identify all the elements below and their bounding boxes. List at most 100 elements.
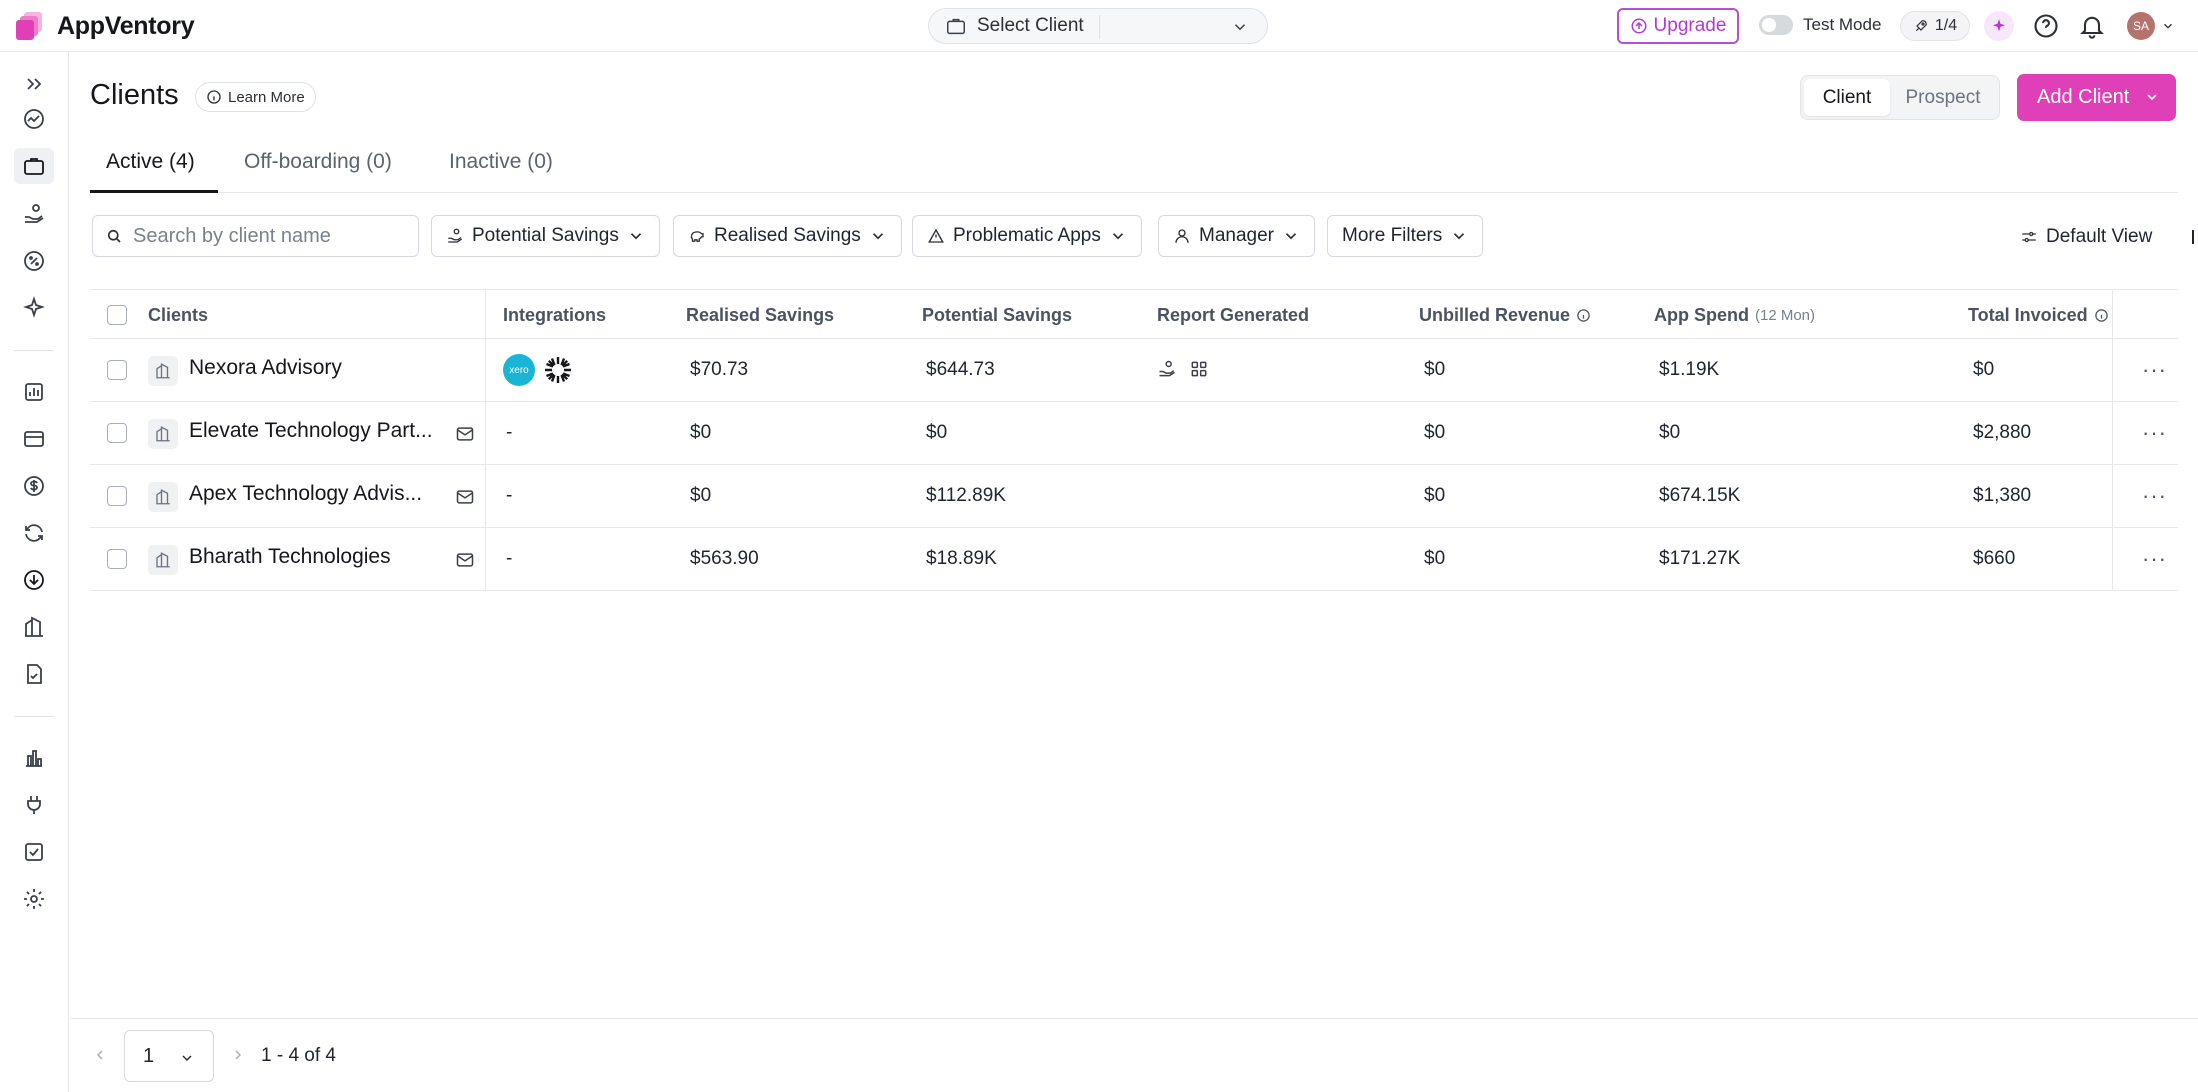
filter-realised-savings[interactable]: Realised Savings [673,215,902,257]
sidebar-item-savings[interactable] [14,196,54,232]
table-row[interactable]: Elevate Technology Part... - $0 $0 $0 $0… [90,402,2178,465]
active-tab-indicator [90,190,218,193]
sidebar-item-downloads[interactable] [14,562,54,598]
test-mode-toggle[interactable] [1759,15,1793,35]
realised-savings: $70.73 [690,359,749,380]
sidebar-item-analytics[interactable] [14,740,54,776]
filter-potential-savings[interactable]: Potential Savings [431,215,660,257]
realised-savings: $0 [690,422,712,443]
potential-savings: $18.89K [926,548,997,569]
info-icon[interactable] [2094,308,2109,323]
total-invoiced: $660 [1973,548,2016,569]
column-realised-savings[interactable]: Realised Savings [686,305,834,326]
tab-inactive[interactable]: Inactive (0) [449,150,553,174]
column-potential-savings[interactable]: Potential Savings [922,305,1072,326]
client-select[interactable]: Select Client [928,8,1268,44]
pagination-bar: 1 1 - 4 of 4 [70,1018,2198,1092]
sidebar-item-contracts[interactable] [14,656,54,692]
sidebar-item-dashboard[interactable] [14,101,54,137]
column-unbilled-revenue[interactable]: Unbilled Revenue [1419,305,1591,326]
mail-icon[interactable] [455,550,475,570]
learn-more-button[interactable]: Learn More [195,82,316,112]
column-integrations[interactable]: Integrations [503,305,606,326]
app-spend: $171.27K [1659,548,1741,569]
integration-burst-icon[interactable] [542,354,574,386]
filter-label: Manager [1199,225,1274,246]
expand-sidebar-icon[interactable] [14,66,54,102]
sidebar-item-discounts[interactable] [14,243,54,279]
filter-manager[interactable]: Manager [1158,215,1315,257]
check-square-icon [25,843,43,861]
sidebar-item-settings[interactable] [14,881,54,917]
avatar[interactable]: SA [2127,12,2155,40]
row-checkbox[interactable] [107,360,127,380]
tab-off-boarding[interactable]: Off-boarding (0) [244,150,392,174]
unbilled-revenue: $0 [1424,422,1446,443]
default-view-button[interactable]: Default View [2020,226,2152,248]
xero-logo-icon[interactable]: xero [503,354,535,386]
sidebar-item-reports[interactable] [14,374,54,410]
hand-coins-icon[interactable] [1157,359,1177,379]
segment-client[interactable]: Client [1804,79,1890,116]
client-name[interactable]: Bharath Technologies [189,545,444,569]
truncated-control[interactable] [2192,230,2198,244]
segment-prospect[interactable]: Prospect [1890,79,1996,116]
onboarding-progress[interactable]: 1/4 [1900,11,1970,41]
sidebar-item-vendors[interactable] [14,609,54,645]
filter-label: More Filters [1342,225,1443,246]
column-app-spend[interactable]: App Spend (12 Mon) [1654,305,1815,326]
column-total-invoiced[interactable]: Total Invoiced [1968,305,2109,326]
column-report-generated[interactable]: Report Generated [1157,305,1309,326]
filter-problematic-apps[interactable]: Problematic Apps [912,215,1142,257]
row-checkbox[interactable] [107,423,127,443]
row-checkbox[interactable] [107,549,127,569]
chevron-left-icon[interactable] [92,1047,108,1063]
sidebar-item-integrations[interactable] [14,787,54,823]
help-icon[interactable] [2032,12,2060,40]
search-input[interactable] [133,224,393,248]
client-name[interactable]: Apex Technology Advis... [189,482,444,506]
sidebar-item-ai[interactable] [14,290,54,326]
appventory-logo-icon[interactable] [14,10,46,42]
chevron-down-icon[interactable] [2144,89,2160,105]
chevron-down-icon[interactable] [2161,19,2175,33]
activity-icon [24,109,44,129]
mail-icon[interactable] [455,424,475,444]
table-row[interactable]: Apex Technology Advis... - $0 $112.89K $… [90,465,2178,528]
add-client-button[interactable]: Add Client [2017,74,2176,121]
sidebar-item-clients[interactable] [14,148,54,184]
filter-more[interactable]: More Filters [1327,215,1484,257]
row-menu-icon[interactable]: ··· [2142,420,2167,446]
search-box[interactable] [92,215,419,257]
total-invoiced: $1,380 [1973,485,2032,506]
add-client-label: Add Client [2037,86,2130,108]
row-menu-icon[interactable]: ··· [2142,357,2167,383]
client-name[interactable]: Elevate Technology Part... [189,419,444,443]
row-checkbox[interactable] [107,486,127,506]
table-row[interactable]: Nexora Advisory xero $70.73 $644.73 $0 $… [90,339,2178,402]
grid-icon[interactable] [1189,359,1209,379]
chevron-down-icon [1234,24,1246,31]
column-divider [2112,402,2113,464]
sidebar-item-tasks[interactable] [14,834,54,870]
row-menu-icon[interactable]: ··· [2142,483,2167,509]
filter-label: Potential Savings [472,225,619,246]
table-row[interactable]: Bharath Technologies - $563.90 $18.89K $… [90,528,2178,591]
sidebar-item-billing[interactable] [14,421,54,457]
chevron-right-icon[interactable] [230,1047,246,1063]
column-divider [2112,339,2113,401]
sidebar-item-spend[interactable] [14,468,54,504]
select-all-checkbox[interactable] [107,305,127,325]
ai-assistant-button[interactable] [1984,11,2014,41]
info-icon[interactable] [1576,308,1591,323]
row-menu-icon[interactable]: ··· [2142,546,2167,572]
upgrade-button[interactable]: Upgrade [1617,8,1739,44]
column-clients[interactable]: Clients [148,305,208,326]
tab-active[interactable]: Active (4) [106,150,195,174]
chevron-down-icon [182,1055,192,1062]
bell-icon[interactable] [2078,12,2106,40]
page-select[interactable]: 1 [124,1030,214,1082]
mail-icon[interactable] [455,487,475,507]
client-name[interactable]: Nexora Advisory [189,356,444,380]
sidebar-item-renewals[interactable] [14,515,54,551]
